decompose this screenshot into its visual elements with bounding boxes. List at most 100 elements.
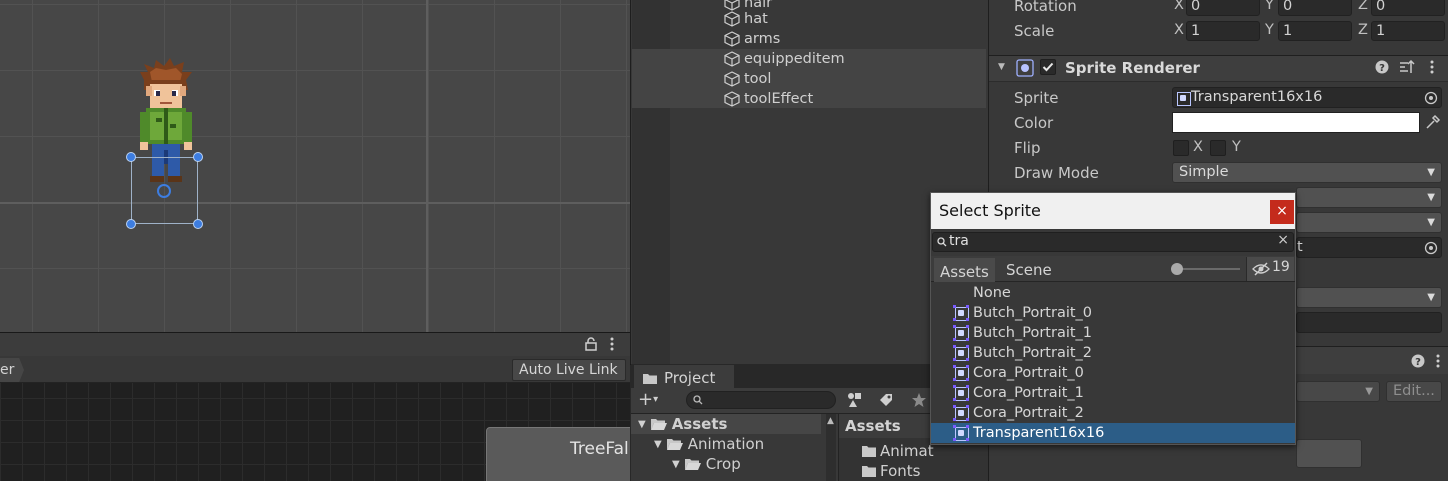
asset-folder[interactable]: Fonts xyxy=(862,461,920,481)
tree-scrollbar[interactable]: ▲ xyxy=(826,414,836,481)
component-enabled-checkbox[interactable] xyxy=(1040,59,1056,75)
lock-icon[interactable] xyxy=(584,337,598,351)
flip-y-checkbox[interactable] xyxy=(1210,140,1226,156)
rotation-x-field[interactable]: 0 xyxy=(1186,0,1260,16)
resize-handle[interactable] xyxy=(193,219,203,229)
eyedropper-icon[interactable] xyxy=(1425,114,1441,130)
folder-icon xyxy=(862,446,876,457)
resize-handle[interactable] xyxy=(193,152,203,162)
sprite-option[interactable]: Cora_Portrait_0 xyxy=(931,363,1295,383)
axis-y-label: Y xyxy=(1265,0,1274,13)
search-icon xyxy=(693,395,703,405)
preset-icon[interactable] xyxy=(1399,60,1415,74)
shape-dropdown[interactable]: ▼ xyxy=(1296,381,1380,402)
sprite-option[interactable]: Cora_Portrait_2 xyxy=(931,403,1295,423)
hierarchy-item[interactable]: equippeditem xyxy=(724,49,845,69)
project-search-input[interactable] xyxy=(686,391,836,409)
rotation-y-field[interactable]: 0 xyxy=(1278,0,1352,16)
more-options-icon[interactable] xyxy=(608,337,616,351)
pivot-handle[interactable] xyxy=(157,184,171,198)
hierarchy-item-label: arms xyxy=(744,31,781,47)
sprite-option[interactable]: Butch_Portrait_0 xyxy=(931,303,1295,323)
sprite-option-label: Transparent16x16 xyxy=(973,425,1105,441)
object-picker-icon[interactable] xyxy=(1424,241,1438,255)
hierarchy-item[interactable]: arms xyxy=(724,29,780,49)
hierarchy-item-label: hat xyxy=(744,11,768,27)
sprite-object-field[interactable]: Transparent16x16 xyxy=(1172,87,1442,108)
material-object-field[interactable]: t xyxy=(1296,237,1442,258)
scale-x-field[interactable]: 1 xyxy=(1186,21,1260,41)
hierarchy-item[interactable]: tool xyxy=(724,69,771,89)
rotation-label: Rotation xyxy=(1014,0,1077,15)
sprite-option-label: Butch_Portrait_2 xyxy=(973,345,1093,361)
sprite-label: Sprite xyxy=(1014,89,1059,107)
scale-z-field[interactable]: 1 xyxy=(1371,21,1445,41)
eye-hidden-icon xyxy=(1252,262,1270,276)
axis-y-label: Y xyxy=(1265,22,1274,38)
foldout-arrow-icon[interactable]: ▼ xyxy=(998,62,1005,72)
auto-live-link-button[interactable]: Auto Live Link xyxy=(512,359,626,381)
draw-mode-dropdown[interactable]: Simple ▼ xyxy=(1172,162,1442,183)
clear-search-icon[interactable]: × xyxy=(1277,232,1289,248)
object-picker-icon[interactable] xyxy=(1424,91,1438,105)
flip-label: Flip xyxy=(1014,139,1041,157)
close-button[interactable]: × xyxy=(1270,200,1294,224)
tree-item-animation[interactable]: ▼ Animation xyxy=(654,434,764,454)
asset-folder[interactable]: Animat xyxy=(862,441,934,461)
tab-assets[interactable]: Assets xyxy=(934,258,995,282)
sprite-option[interactable]: Butch_Portrait_1 xyxy=(931,323,1295,343)
hidden-packages-toggle[interactable]: 19 xyxy=(1246,257,1294,281)
hierarchy-item[interactable]: toolEffect xyxy=(724,89,813,109)
axis-z-label: Z xyxy=(1358,0,1368,13)
scale-y-field[interactable]: 1 xyxy=(1278,21,1352,41)
flip-x-checkbox[interactable] xyxy=(1173,140,1189,156)
hierarchy-item[interactable]: hat xyxy=(724,9,768,29)
component-menu-icon[interactable] xyxy=(1428,60,1436,74)
scene-view[interactable] xyxy=(0,0,630,332)
sprite-option[interactable]: Butch_Portrait_2 xyxy=(931,343,1295,363)
filter-by-label-icon[interactable] xyxy=(878,392,894,408)
help-icon[interactable]: ? xyxy=(1411,354,1425,368)
resize-handle[interactable] xyxy=(126,152,136,162)
mask-interaction-dropdown[interactable]: ▼ xyxy=(1296,212,1442,233)
slider-thumb[interactable] xyxy=(1171,263,1183,275)
add-asset-button[interactable]: +▾ xyxy=(638,391,672,411)
axis-x-label: X xyxy=(1174,0,1184,13)
color-swatch[interactable] xyxy=(1172,112,1420,133)
tree-item-label: Animation xyxy=(687,435,765,453)
filter-by-type-icon[interactable] xyxy=(846,392,864,408)
open-folder-icon xyxy=(666,439,683,450)
tree-item-assets[interactable]: ▼ Assets xyxy=(638,414,727,434)
resize-handle[interactable] xyxy=(126,219,136,229)
order-in-layer-field[interactable] xyxy=(1296,312,1442,333)
sprite-icon xyxy=(1175,90,1191,106)
sprite-option-none[interactable]: None xyxy=(931,283,1295,303)
edit-button[interactable]: Edit... xyxy=(1386,381,1442,402)
scroll-up-icon: ▲ xyxy=(827,416,834,426)
sprite-option-selected[interactable]: Transparent16x16 xyxy=(931,423,1295,443)
gameobject-icon xyxy=(724,91,740,107)
gameobject-icon xyxy=(724,71,740,87)
sorting-layer-dropdown[interactable]: ▼ xyxy=(1296,187,1442,208)
rotation-z-field[interactable]: 0 xyxy=(1371,0,1445,16)
tree-item-crop[interactable]: ▼ Crop xyxy=(672,454,741,474)
preview-size-slider[interactable] xyxy=(1176,268,1240,270)
chevron-down-icon: ▼ xyxy=(1365,386,1373,397)
help-icon[interactable]: ? xyxy=(1375,60,1389,74)
favorite-star-icon[interactable] xyxy=(911,392,927,408)
scene-grid-line xyxy=(0,202,630,204)
sprite-option[interactable]: Cora_Portrait_1 xyxy=(931,383,1295,403)
add-component-button[interactable] xyxy=(1296,439,1362,468)
popup-search-input[interactable]: tra × xyxy=(932,232,1294,252)
layer-dropdown[interactable]: ▼ xyxy=(1296,287,1442,308)
material-value: t xyxy=(1297,239,1303,255)
tab-project[interactable]: Project xyxy=(634,365,734,389)
animator-state-node[interactable]: TreeFal xyxy=(486,427,646,481)
component-menu-icon[interactable] xyxy=(1434,354,1442,368)
gameobject-icon xyxy=(724,51,740,67)
tab-project-label: Project xyxy=(664,369,716,387)
tree-item-label: Crop xyxy=(705,455,741,473)
scale-label: Scale xyxy=(1014,22,1055,40)
hierarchy-item-label: toolEffect xyxy=(744,91,814,107)
tab-scene[interactable]: Scene xyxy=(1000,258,1058,282)
